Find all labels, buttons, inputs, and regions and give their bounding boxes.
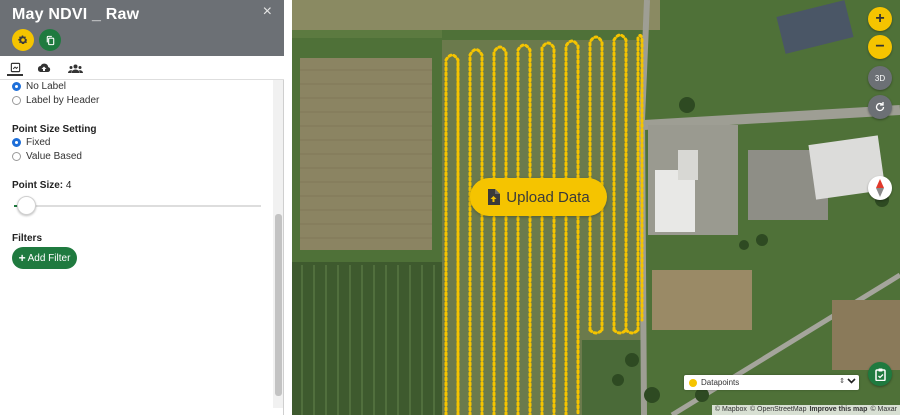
clipboard-button[interactable] <box>868 362 892 386</box>
layers-icon <box>10 62 20 72</box>
sidebar-scrollbar-thumb[interactable] <box>275 214 282 396</box>
point-size-slider-track[interactable] <box>14 205 261 207</box>
radio-label-by-header[interactable]: Label by Header <box>12 95 99 106</box>
zoom-out-button[interactable]: − <box>868 35 892 59</box>
layer-select[interactable]: Datapoints ⇕ <box>684 375 859 390</box>
tab-cloud[interactable] <box>36 60 52 76</box>
radio-button[interactable] <box>12 82 21 91</box>
point-size-value: 4 <box>65 180 72 191</box>
layer-select-value: Datapoints <box>701 378 740 387</box>
point-size-label: Point Size: 4 <box>12 180 71 191</box>
tab-sharing[interactable] <box>67 60 83 76</box>
add-filter-button[interactable]: + Add Filter <box>12 247 77 269</box>
filters-heading: Filters <box>12 233 43 244</box>
copy-icon <box>46 35 54 45</box>
radio-button[interactable] <box>12 96 21 105</box>
reset-view-button[interactable] <box>868 95 892 119</box>
maxar-attribution-link[interactable]: © Maxar <box>870 406 897 414</box>
settings-content: No Label Label by Header Point Size Sett… <box>0 80 272 408</box>
users-icon <box>67 64 83 73</box>
point-size-slider-handle[interactable] <box>17 196 36 215</box>
settings-button[interactable] <box>12 29 34 51</box>
cloud-upload-icon <box>37 63 51 72</box>
radio-value-based[interactable]: Value Based <box>12 151 82 162</box>
radio-fixed[interactable]: Fixed <box>12 137 50 148</box>
radio-no-label[interactable]: No Label <box>12 81 66 92</box>
clipboard-icon <box>874 368 886 381</box>
radio-button[interactable] <box>12 138 21 147</box>
sidebar-header: May NDVI _ Raw × <box>0 0 284 56</box>
plus-icon: + <box>18 251 26 265</box>
radio-button[interactable] <box>12 152 21 161</box>
radio-label: Fixed <box>26 137 51 148</box>
radio-label: No Label <box>26 81 67 92</box>
refresh-icon <box>875 102 885 112</box>
map-view[interactable]: Upload Data + − 3D Datapoints ⇕ © Mapbox… <box>292 0 900 415</box>
sidebar-tabs <box>0 56 284 80</box>
file-upload-icon <box>487 189 501 205</box>
compass-icon <box>876 179 884 197</box>
datapoints-color-swatch <box>689 378 697 387</box>
dropdown-arrows: ⇕ <box>839 377 856 385</box>
tab-layers[interactable] <box>7 60 23 76</box>
upload-data-label: Upload Data <box>506 188 590 206</box>
sidebar-panel: May NDVI _ Raw × No Label Label by Heade… <box>0 0 284 415</box>
radio-label: Label by Header <box>26 95 100 106</box>
osm-attribution-link[interactable]: © OpenStreetMap <box>750 406 807 414</box>
gear-icon <box>18 35 28 44</box>
point-size-caption: Point Size: <box>12 180 64 191</box>
layer-title: May NDVI _ Raw <box>12 6 140 23</box>
improve-map-link[interactable]: Improve this map <box>809 406 867 414</box>
3d-toggle-button[interactable]: 3D <box>868 66 892 90</box>
close-button[interactable]: × <box>263 4 272 20</box>
zoom-in-button[interactable]: + <box>868 7 892 31</box>
sort-arrows-icon: ⇕ <box>839 378 845 385</box>
compass-button[interactable] <box>868 176 892 200</box>
add-filter-label: Add Filter <box>27 252 71 264</box>
point-size-setting-heading: Point Size Setting <box>12 124 97 135</box>
radio-label: Value Based <box>26 151 82 162</box>
copy-button[interactable] <box>39 29 61 51</box>
mapbox-attribution-link[interactable]: © Mapbox <box>715 406 747 414</box>
chevron-down-icon <box>847 378 856 384</box>
upload-data-button[interactable]: Upload Data <box>470 178 607 216</box>
map-attribution: © Mapbox © OpenStreetMap Improve this ma… <box>711 405 900 415</box>
